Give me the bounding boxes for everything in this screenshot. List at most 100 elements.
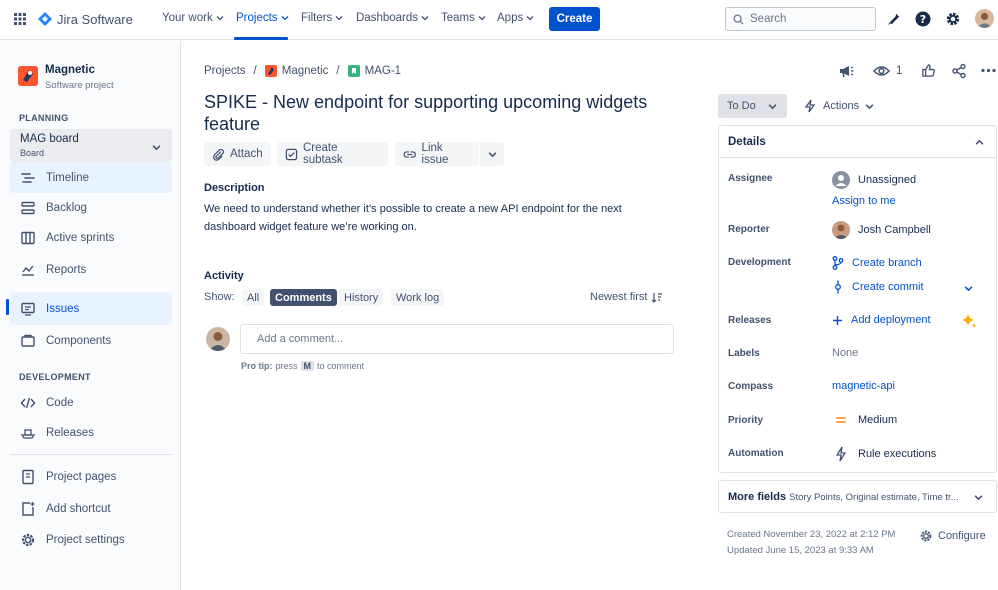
components-icon xyxy=(21,334,35,347)
chevron-down-icon xyxy=(488,151,496,157)
priority-field[interactable]: Medium xyxy=(832,413,897,427)
chevron-down-icon xyxy=(152,145,161,151)
board-name: MAG board xyxy=(20,133,79,145)
issue-title[interactable]: SPIKE - New endpoint for supporting upco… xyxy=(204,91,674,135)
sidebar-item-project-pages[interactable]: Project pages xyxy=(10,461,172,492)
commit-icon xyxy=(835,280,841,294)
show-label: Show: xyxy=(204,291,235,303)
create-button[interactable]: Create xyxy=(549,7,600,31)
paperclip-icon xyxy=(213,148,225,161)
breadcrumb: Projects / Magnetic / MAG-1 xyxy=(204,65,402,77)
sidebar-item-code[interactable]: Code xyxy=(10,387,172,418)
labels-label: Labels xyxy=(728,348,760,359)
share-icon[interactable] xyxy=(951,63,967,79)
more-fields-panel[interactable]: More fields Story Points, Original estim… xyxy=(718,480,997,513)
development-heading: DEVELOPMENT xyxy=(19,372,91,382)
create-branch-link[interactable]: Create branch xyxy=(832,256,922,270)
create-commit-link[interactable]: Create commit xyxy=(832,280,924,294)
sidebar-item-reports[interactable]: Reports xyxy=(10,254,172,285)
planning-heading: PLANNING xyxy=(19,113,69,123)
nav-your-work[interactable]: Your work xyxy=(162,12,224,24)
help-icon[interactable]: ? xyxy=(915,11,931,27)
sort-icon xyxy=(652,292,663,303)
search-icon xyxy=(733,13,744,25)
breadcrumb-issue-key[interactable]: MAG-1 xyxy=(347,65,401,77)
nav-filters[interactable]: Filters xyxy=(301,12,343,24)
sidebar-item-components[interactable]: Components xyxy=(10,325,172,356)
chevron-up-icon xyxy=(975,139,984,145)
user-avatar[interactable] xyxy=(975,9,994,28)
timeline-icon xyxy=(21,172,35,183)
link-icon xyxy=(403,150,416,158)
nav-dashboards[interactable]: Dashboards xyxy=(356,12,429,24)
description-text[interactable]: We need to understand whether it’s possi… xyxy=(204,200,644,236)
sidebar-item-issues[interactable]: Issues xyxy=(10,292,172,325)
app-switcher-icon[interactable] xyxy=(14,13,26,25)
branch-icon xyxy=(832,256,844,270)
chevron-down-icon xyxy=(768,103,777,109)
feedback-megaphone-icon[interactable] xyxy=(838,63,854,79)
code-icon xyxy=(20,397,36,408)
unassigned-avatar-icon xyxy=(832,171,850,189)
add-deployment-link[interactable]: Add deployment xyxy=(832,314,931,326)
more-fields-label: More fields xyxy=(728,491,787,503)
status-dropdown[interactable]: To Do xyxy=(718,94,787,118)
compass-label: Compass xyxy=(728,381,774,392)
actions-dropdown[interactable]: Actions xyxy=(803,99,874,113)
commenter-avatar xyxy=(206,327,230,351)
nav-apps[interactable]: Apps xyxy=(497,12,534,24)
sidebar-item-timeline[interactable]: Timeline xyxy=(10,162,172,193)
sort-order-button[interactable]: Newest first xyxy=(590,291,663,303)
filter-work-log[interactable]: Work log xyxy=(391,289,445,306)
assign-to-me-link[interactable]: Assign to me xyxy=(832,195,896,207)
breadcrumb-magnetic[interactable]: Magnetic xyxy=(264,65,328,77)
reporter-field[interactable]: Josh Campbell xyxy=(832,221,931,239)
nav-teams[interactable]: Teams xyxy=(441,12,486,24)
nav-projects[interactable]: Projects xyxy=(236,12,289,24)
sidebar-item-backlog[interactable]: Backlog xyxy=(10,192,172,223)
notifications-icon[interactable] xyxy=(886,12,901,27)
breadcrumb-projects[interactable]: Projects xyxy=(204,65,246,77)
settings-gear-icon[interactable] xyxy=(945,11,961,27)
create-subtask-button[interactable]: Create subtask xyxy=(277,142,388,166)
filter-history[interactable]: History xyxy=(339,289,384,306)
link-issue-button[interactable]: Link issue xyxy=(395,142,479,166)
magnet-icon xyxy=(18,66,38,86)
comment-input[interactable]: Add a comment... xyxy=(240,324,674,354)
details-header[interactable]: Details xyxy=(719,126,996,158)
watch-button[interactable]: 1 xyxy=(873,64,902,78)
chevron-down-icon xyxy=(421,16,429,21)
sidebar-item-add-shortcut[interactable]: Add shortcut xyxy=(10,493,172,524)
attach-button[interactable]: Attach xyxy=(204,142,271,166)
board-columns-icon xyxy=(21,231,35,244)
more-tools-dropdown[interactable] xyxy=(480,142,504,166)
chevron-down-icon xyxy=(526,16,534,21)
keyboard-key: M xyxy=(300,361,315,371)
project-name[interactable]: Magnetic xyxy=(45,64,95,76)
labels-value[interactable]: None xyxy=(832,347,858,359)
more-actions-icon[interactable] xyxy=(981,68,996,73)
releases-label: Releases xyxy=(728,315,772,326)
subtask-icon xyxy=(285,148,298,160)
filter-all[interactable]: All xyxy=(242,289,265,306)
chevron-down-icon[interactable] xyxy=(964,284,973,293)
person-icon xyxy=(834,224,848,239)
magnet-icon xyxy=(264,65,277,77)
board-switcher[interactable]: MAG board Board xyxy=(10,129,172,162)
sidebar-item-active-sprints[interactable]: Active sprints xyxy=(10,222,172,253)
settings-gear-icon xyxy=(21,533,35,546)
jira-logo[interactable]: Jira Software xyxy=(37,11,133,27)
chevron-down-icon xyxy=(478,16,486,21)
story-icon xyxy=(347,65,360,77)
search-input[interactable]: Search xyxy=(725,7,876,31)
sidebar-item-project-settings[interactable]: Project settings xyxy=(10,524,172,555)
chevron-down-icon xyxy=(335,16,343,21)
sparkle-icon[interactable] xyxy=(961,313,977,329)
automation-field[interactable]: Rule executions xyxy=(832,446,936,462)
compass-link[interactable]: magnetic-api xyxy=(832,380,895,392)
configure-button[interactable]: Configure xyxy=(919,529,986,543)
filter-comments[interactable]: Comments xyxy=(270,289,337,306)
assignee-field[interactable]: Unassigned xyxy=(832,171,916,189)
sidebar-item-releases[interactable]: Releases xyxy=(10,417,172,448)
like-icon[interactable] xyxy=(921,63,936,78)
